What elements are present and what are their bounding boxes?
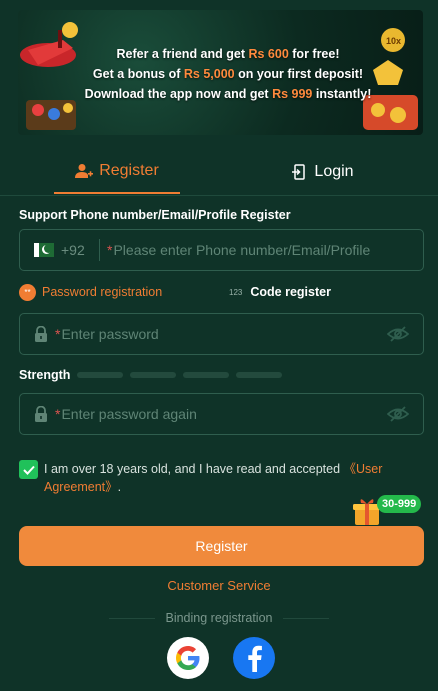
strength-bar (130, 372, 176, 378)
eye-off-icon[interactable] (387, 405, 409, 423)
binding-line-left (109, 617, 156, 619)
agreement-checkbox[interactable] (19, 460, 38, 479)
agreement-text: I am over 18 years old, and I have read … (44, 462, 383, 494)
svg-text:10x: 10x (386, 36, 401, 46)
gift-promo[interactable]: 30-999 (353, 495, 431, 525)
customer-service-link[interactable]: Customer Service (0, 578, 438, 593)
tab-register[interactable]: Register (54, 150, 180, 194)
tab-register-label: Register (99, 162, 159, 179)
phone-email-input[interactable]: *Please enter Phone number/Email/Profile (107, 242, 370, 258)
field-separator (99, 239, 100, 261)
strength-bar (183, 372, 229, 378)
strength-meter (77, 372, 282, 378)
code-register-option[interactable]: 123 Code register (229, 283, 331, 301)
gift-badge: 30-999 (377, 495, 422, 513)
password-field[interactable]: *Enter password (19, 313, 424, 355)
password-input[interactable]: *Enter password (55, 326, 159, 342)
tabs-divider (0, 195, 438, 196)
tab-login-label: Login (314, 163, 354, 180)
confirm-password-field[interactable]: *Enter password again (19, 393, 424, 435)
code-mode-icon: 123 (229, 287, 243, 297)
banner-line-1: Refer a friend and get Rs 600 for free! (116, 47, 340, 61)
register-page: 10x Refer a friend and get Rs 600 for fr… (0, 0, 438, 691)
promo-banner[interactable]: 10x Refer a friend and get Rs 600 for fr… (18, 10, 423, 135)
password-registration-option[interactable]: ** Password registration (19, 283, 162, 301)
login-door-icon (292, 164, 306, 180)
eye-off-icon[interactable] (387, 325, 409, 343)
tab-login[interactable]: Login (260, 150, 386, 194)
user-add-icon (75, 164, 94, 178)
pakistan-flag-icon[interactable] (34, 243, 54, 257)
agreement-row: I am over 18 years old, and I have read … (19, 460, 424, 496)
banner-text: Refer a friend and get Rs 600 for free! … (78, 44, 378, 104)
lock-icon (35, 325, 47, 342)
strength-bar (77, 372, 123, 378)
country-code[interactable]: +92 (61, 242, 99, 258)
binding-registration-label: Binding registration (165, 611, 273, 625)
google-icon (176, 646, 200, 670)
facebook-login-button[interactable] (233, 637, 275, 679)
facebook-icon (248, 645, 262, 672)
strength-label: Strength (19, 368, 71, 382)
password-mode-icon: ** (19, 283, 36, 301)
phone-email-field[interactable]: +92 *Please enter Phone number/Email/Pro… (19, 229, 424, 271)
banner-line-2: Get a bonus of Rs 5,000 on your first de… (92, 67, 364, 81)
lock-icon (35, 405, 47, 422)
checkmark-icon (22, 465, 35, 475)
code-register-label: Code register (250, 285, 331, 299)
binding-line-right (282, 617, 329, 619)
binding-registration: Binding registration (0, 610, 438, 626)
google-login-button[interactable] (167, 637, 209, 679)
strength-bar (236, 372, 282, 378)
banner-line-3: Download the app now and get Rs 999 inst… (84, 87, 372, 101)
password-registration-label: Password registration (42, 285, 163, 299)
confirm-password-input[interactable]: *Enter password again (55, 406, 197, 422)
auth-tabs: Register Login (0, 150, 438, 195)
phone-email-label: Support Phone number/Email/Profile Regis… (19, 208, 291, 222)
register-button[interactable]: Register (19, 526, 424, 566)
